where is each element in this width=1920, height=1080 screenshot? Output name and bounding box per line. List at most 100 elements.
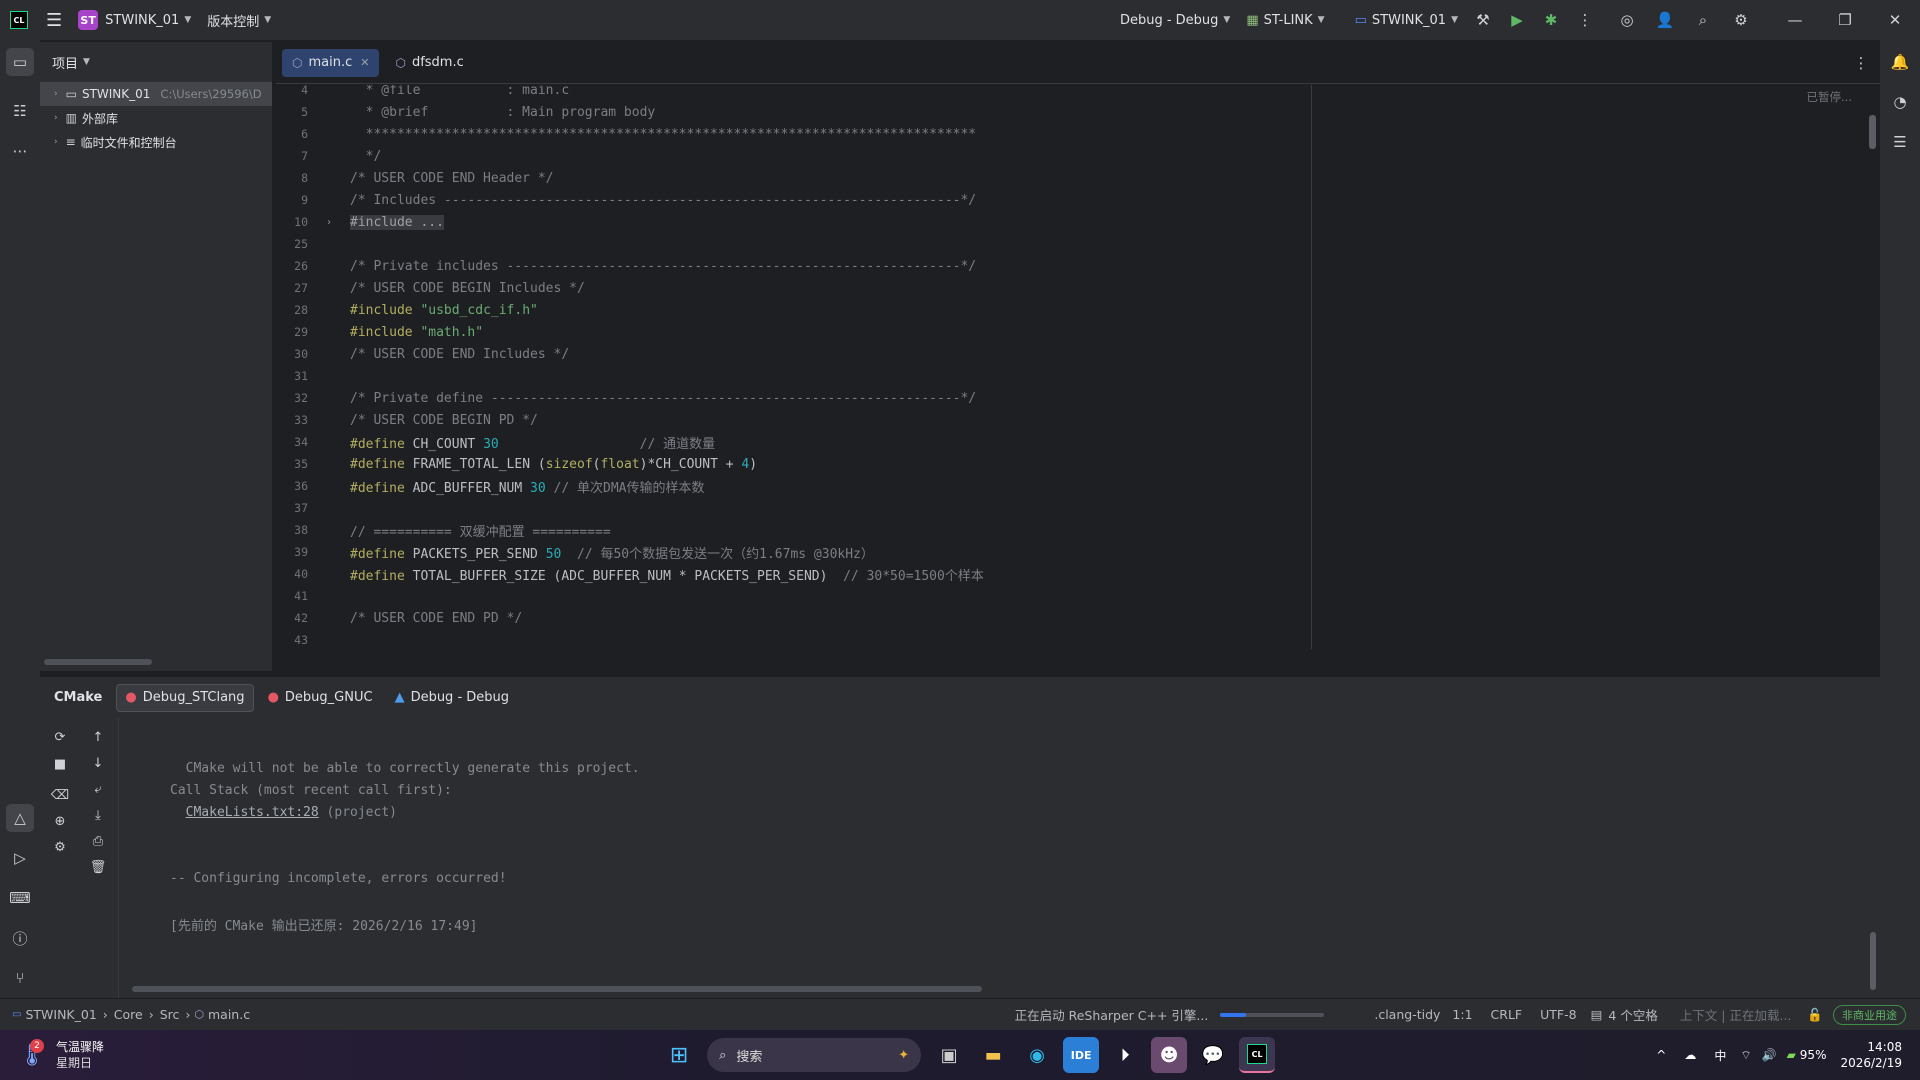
media-player-icon[interactable]: ⏵ — [1107, 1037, 1143, 1073]
cloud-sync-icon[interactable]: ☁ — [1684, 1048, 1696, 1062]
terminal-icon[interactable]: ⌨ — [6, 884, 34, 912]
close-tab-icon[interactable]: ✕ — [360, 56, 369, 69]
reload-icon[interactable]: ⟳ — [48, 725, 72, 749]
indent-setting[interactable]: 4 个空格 — [1602, 1005, 1663, 1024]
line-number: 41 — [294, 589, 308, 603]
tree-item-scratches[interactable]: › ≡ 临时文件和控制台 — [40, 130, 272, 154]
arrow-down-icon[interactable]: ↓ — [86, 751, 110, 775]
soft-wrap-icon[interactable]: ⤶ — [86, 777, 110, 801]
ai-assistant-icon[interactable]: ◎ — [1616, 9, 1638, 31]
lock-icon[interactable]: 🔓 — [1807, 1007, 1823, 1023]
search-icon[interactable]: ⌕ — [1692, 9, 1714, 31]
problems-icon[interactable]: ⓘ — [6, 924, 34, 952]
breadcrumb-item[interactable]: STWINK_01 — [25, 1007, 102, 1022]
file-explorer-icon[interactable]: ▬ — [975, 1037, 1011, 1073]
main-menu-button[interactable]: ☰ — [38, 0, 70, 40]
stop-icon[interactable]: ■ — [48, 752, 72, 776]
arrow-up-icon[interactable]: ↑ — [86, 725, 110, 749]
clion-taskbar-icon[interactable]: CL — [1239, 1037, 1276, 1073]
project-panel-header[interactable]: 项目 ▼ — [40, 42, 272, 82]
caret-position[interactable]: 1:1 — [1446, 1007, 1478, 1022]
minimize-icon[interactable]: — — [1784, 9, 1806, 31]
line-number: 29 — [294, 325, 308, 339]
horizontal-scrollbar[interactable] — [44, 659, 152, 665]
tab-debug-debug[interactable]: ▲ Debug - Debug — [387, 684, 517, 712]
tray-expand-icon[interactable]: ^ — [1656, 1048, 1666, 1062]
volume-icon[interactable]: 🔊 — [1762, 1048, 1777, 1062]
ime-indicator[interactable]: 中 — [1714, 1047, 1726, 1064]
console-line: Call Stack (most recent call first): — [170, 783, 452, 798]
print-icon[interactable]: ⎙ — [86, 829, 110, 853]
vertical-scrollbar[interactable] — [1870, 932, 1876, 990]
vertical-scrollbar[interactable] — [1869, 115, 1876, 149]
services-icon[interactable]: ▷ — [6, 844, 34, 872]
wifi-icon[interactable]: ⌔ — [1740, 1048, 1751, 1063]
clock[interactable]: 14:08 2026/2/19 — [1840, 1039, 1902, 1071]
notifications-bell-icon[interactable]: 🔔 — [1886, 48, 1914, 76]
code-editor[interactable]: 已暂停... 4 * @file : main.c 5 * @brief : Ma… — [276, 85, 1880, 649]
weather-widget[interactable]: 🌡 2 气温骤降 星期日 — [0, 1038, 320, 1071]
progress-text[interactable]: 正在启动 ReSharper C++ 引擎... — [1009, 1005, 1215, 1024]
cmake-triangle-icon: ▲ — [394, 690, 405, 705]
inspect-icon[interactable]: ⊕ — [48, 809, 72, 833]
more-tools-icon[interactable]: ⋯ — [6, 137, 34, 165]
edge-browser-icon[interactable]: ◉ — [1019, 1037, 1055, 1073]
code-text: /* USER CODE END PD */ — [350, 610, 523, 626]
more-actions-icon[interactable]: ⋮ — [1574, 9, 1596, 31]
debug-bug-icon[interactable]: ✱ — [1540, 9, 1562, 31]
target-selector[interactable]: ▭ STWINK_01 ▼ — [1347, 0, 1466, 40]
restore-icon[interactable]: ❐ — [1834, 9, 1856, 31]
settings-gear-icon[interactable]: ⚙ — [48, 835, 72, 859]
settings-gear-icon[interactable]: ⚙ — [1730, 9, 1752, 31]
database-icon[interactable]: ☰ — [1886, 128, 1914, 156]
debugger-selector[interactable]: ▦ ST-LINK ▼ — [1238, 0, 1332, 40]
breadcrumb-item[interactable]: Core — [108, 1007, 149, 1022]
task-view-icon[interactable]: ▣ — [931, 1037, 967, 1073]
cmake-icon[interactable]: △ — [6, 804, 34, 832]
code-line: 6 **************************************… — [276, 123, 1866, 145]
tab-label: main.c — [308, 55, 353, 70]
git-icon[interactable]: ⑂ — [6, 964, 34, 992]
tab-debug-gnuc[interactable]: ● Debug_GNUC — [260, 684, 381, 712]
tab-main-c[interactable]: ⬡ main.c ✕ — [282, 48, 380, 77]
console-line[interactable]: CMakeLists.txt:28 (project) — [170, 805, 397, 820]
game-app-icon[interactable]: ☻ — [1151, 1037, 1188, 1073]
tree-item-root[interactable]: › ▭ STWINK_01 C:\Users\29596\D — [40, 82, 272, 106]
weather-icon: 🌡 2 — [18, 1038, 46, 1068]
taskbar-search[interactable]: ⌕ 搜索 ✦ — [707, 1038, 922, 1072]
tab-options-icon[interactable]: ⋮ — [1850, 52, 1872, 74]
context-status[interactable]: 上下文 | 正在加载... — [1674, 1005, 1798, 1024]
close-window-icon[interactable]: ✕ — [1884, 9, 1906, 31]
project-tool-folder-icon[interactable]: ▭ — [6, 48, 34, 76]
tab-debug-stclang[interactable]: ● Debug_STClang — [116, 683, 254, 712]
stm32cubeide-icon[interactable]: IDE — [1063, 1037, 1100, 1073]
tree-item-external-libraries[interactable]: › ▥ 外部库 — [40, 106, 272, 130]
code-text: * @file : main.c — [350, 85, 570, 98]
ai-chat-icon[interactable]: ◔ — [1886, 88, 1914, 116]
run-icon[interactable]: ▶ — [1506, 9, 1528, 31]
add-user-icon[interactable]: 👤 — [1654, 9, 1676, 31]
clang-tidy-status[interactable]: .clang-tidy — [1368, 1007, 1446, 1022]
line-number: 38 — [294, 523, 308, 537]
build-hammer-icon[interactable]: ⚒ — [1472, 9, 1494, 31]
project-switcher[interactable]: ST STWINK_01 ▼ — [70, 0, 199, 40]
app-logo[interactable]: CL — [0, 0, 38, 40]
breadcrumb-item[interactable]: main.c — [208, 1007, 256, 1022]
tab-dfsdm-c[interactable]: ⬡ dfsdm.c — [385, 49, 473, 77]
fold-chevron-icon[interactable]: › — [308, 217, 350, 228]
run-config-selector[interactable]: Debug - Debug ▼ — [1112, 0, 1238, 40]
scroll-to-end-icon[interactable]: ⤓ — [86, 803, 110, 827]
license-badge[interactable]: 非商业用途 — [1833, 1004, 1906, 1025]
clean-icon[interactable]: ⌫ — [48, 783, 72, 807]
battery-icon[interactable]: ▰ — [1787, 1048, 1796, 1062]
file-encoding[interactable]: UTF-8 — [1534, 1007, 1582, 1022]
trash-icon[interactable]: 🗑 — [86, 855, 110, 879]
breadcrumb-item[interactable]: Src — [154, 1007, 186, 1022]
structure-icon[interactable]: ☷ — [6, 97, 34, 125]
wechat-icon[interactable]: 💬 — [1195, 1037, 1231, 1073]
breadcrumb: ▭ STWINK_01 › Core › Src › ⬡ main.c — [0, 1007, 256, 1022]
line-separator[interactable]: CRLF — [1485, 1007, 1529, 1022]
horizontal-scrollbar[interactable] — [132, 986, 982, 992]
windows-start-icon[interactable]: ⊞ — [661, 1037, 697, 1073]
vcs-menu[interactable]: 版本控制 ▼ — [199, 0, 279, 40]
